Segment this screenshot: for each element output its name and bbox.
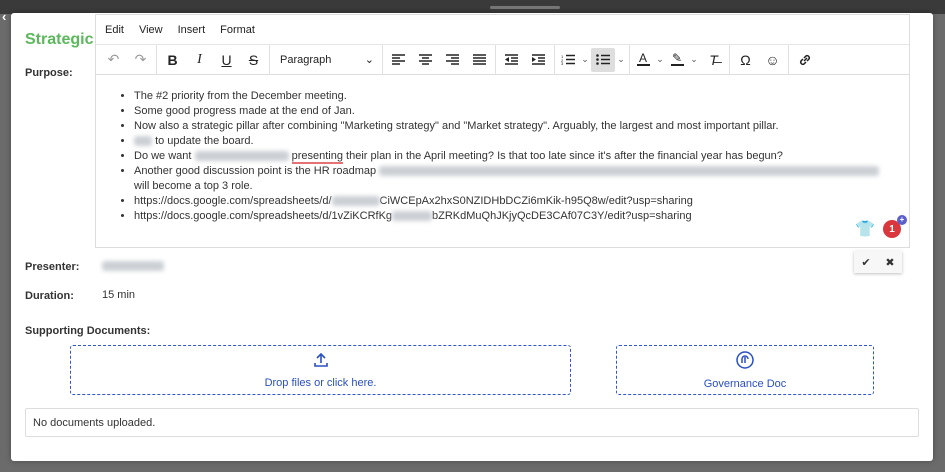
text-color-icon[interactable]: A	[632, 48, 654, 72]
toolbar-divider	[156, 44, 157, 75]
list-item: https://docs.google.com/spreadsheets/d/C…	[134, 194, 909, 209]
chevron-down-icon[interactable]: ⌄	[579, 48, 591, 72]
align-left-icon[interactable]	[385, 48, 412, 72]
back-chevron-icon[interactable]: ‹	[2, 9, 6, 24]
presenter-value-redacted	[102, 261, 164, 271]
block-format-value: Paragraph	[280, 53, 332, 66]
list-item: Do we want presenting their plan in the …	[134, 149, 909, 164]
notification-badge[interactable]: 1 +	[883, 215, 907, 238]
special-char-icon[interactable]: Ω	[732, 48, 759, 72]
governance-doc-label: Governance Doc	[703, 377, 787, 390]
indent-icon[interactable]	[525, 48, 552, 72]
list-item: Now also a strategic pillar after combin…	[134, 119, 909, 134]
upload-icon	[313, 352, 329, 373]
strikethrough-icon[interactable]: S	[240, 48, 267, 72]
editor-toolbar: ↶ ↷ B I U S Paragraph ⌄ 1 2 3 ⌄ ⌄ A ⌄ ✎ …	[96, 44, 909, 75]
redo-icon[interactable]: ↷	[127, 48, 154, 72]
menu-format[interactable]: Format	[220, 24, 255, 36]
toolbar-divider	[269, 44, 270, 75]
editor-menubar: Edit View Insert Format	[96, 15, 909, 45]
toolbar-divider	[629, 44, 630, 75]
clear-format-icon[interactable]: T̶	[700, 48, 727, 72]
redacted-text	[379, 166, 880, 177]
modal-title: Strategic	[25, 31, 94, 48]
toolbar-divider	[729, 44, 730, 75]
documents-list-empty: No documents uploaded.	[25, 408, 919, 437]
governance-doc-button[interactable]: Governance Doc	[616, 345, 874, 395]
block-format-select[interactable]: Paragraph ⌄	[272, 48, 380, 72]
redacted-text	[331, 196, 380, 207]
spellcheck-word[interactable]: presenting	[291, 150, 343, 164]
bold-icon[interactable]: B	[159, 48, 186, 72]
underline-icon[interactable]: U	[213, 48, 240, 72]
add-icon: +	[897, 215, 907, 225]
chevron-down-icon[interactable]: ⌄	[654, 48, 666, 72]
badge-count: 1	[889, 223, 895, 235]
url-text: https://docs.google.com/spreadsheets/d/1…	[134, 210, 692, 222]
redacted-text	[194, 151, 289, 162]
agenda-item-modal: Strategic Purpose: Edit View Insert Form…	[11, 13, 933, 461]
presenter-label: Presenter:	[25, 261, 80, 273]
shirt-icon[interactable]: 👕	[855, 219, 875, 239]
list-item: The #2 priority from the December meetin…	[134, 89, 909, 104]
toolbar-divider	[382, 44, 383, 75]
toolbar-divider	[495, 44, 496, 75]
chevron-down-icon[interactable]: ⌄	[688, 48, 700, 72]
redacted-text	[392, 211, 433, 222]
governance-logo-icon	[736, 350, 754, 374]
italic-icon[interactable]: I	[186, 48, 213, 72]
file-dropzone[interactable]: Drop files or click here.	[70, 345, 571, 395]
toolbar-divider	[554, 44, 555, 75]
list-item: Some good progress made at the end of Ja…	[134, 104, 909, 119]
bullet-list-icon[interactable]	[591, 47, 615, 72]
toolbar-divider	[788, 44, 789, 75]
list-item: to update the board.	[134, 134, 909, 149]
backdrop-topbar	[0, 0, 945, 14]
numbered-list-icon[interactable]: 123	[557, 48, 579, 72]
dropzone-label: Drop files or click here.	[264, 376, 377, 389]
outdent-icon[interactable]	[498, 48, 525, 72]
align-justify-icon[interactable]	[466, 48, 493, 72]
menu-edit[interactable]: Edit	[105, 24, 124, 36]
close-icon[interactable]: ✖	[878, 251, 902, 273]
align-center-icon[interactable]	[412, 48, 439, 72]
menu-insert[interactable]: Insert	[178, 24, 206, 36]
svg-text:3: 3	[561, 61, 564, 65]
link-icon[interactable]	[791, 48, 818, 72]
menu-view[interactable]: View	[139, 24, 163, 36]
emoji-icon[interactable]: ☺	[759, 48, 786, 72]
chevron-down-icon[interactable]: ⌄	[615, 48, 627, 72]
drag-handle[interactable]	[490, 6, 560, 9]
supporting-docs-label: Supporting Documents:	[25, 325, 151, 337]
align-right-icon[interactable]	[439, 48, 466, 72]
list-item: Another good discussion point is the HR …	[134, 164, 909, 194]
highlight-icon[interactable]: ✎	[666, 48, 688, 72]
rich-text-editor[interactable]: Edit View Insert Format ↶ ↷ B I U S Para…	[95, 14, 910, 248]
duration-value: 15 min	[102, 289, 136, 301]
edit-actions: ✔ ✖	[854, 251, 902, 273]
editor-content[interactable]: The #2 priority from the December meetin…	[96, 75, 909, 224]
undo-icon[interactable]: ↶	[100, 48, 127, 72]
confirm-icon[interactable]: ✔	[854, 251, 878, 273]
duration-label: Duration:	[25, 290, 74, 302]
redacted-text	[134, 136, 152, 147]
editor-extensions: 👕 1 +	[855, 215, 907, 239]
chevron-down-icon: ⌄	[364, 54, 374, 66]
list-item: https://docs.google.com/spreadsheets/d/1…	[134, 209, 909, 224]
url-text: https://docs.google.com/spreadsheets/d/C…	[134, 195, 693, 207]
purpose-label: Purpose:	[25, 67, 73, 79]
